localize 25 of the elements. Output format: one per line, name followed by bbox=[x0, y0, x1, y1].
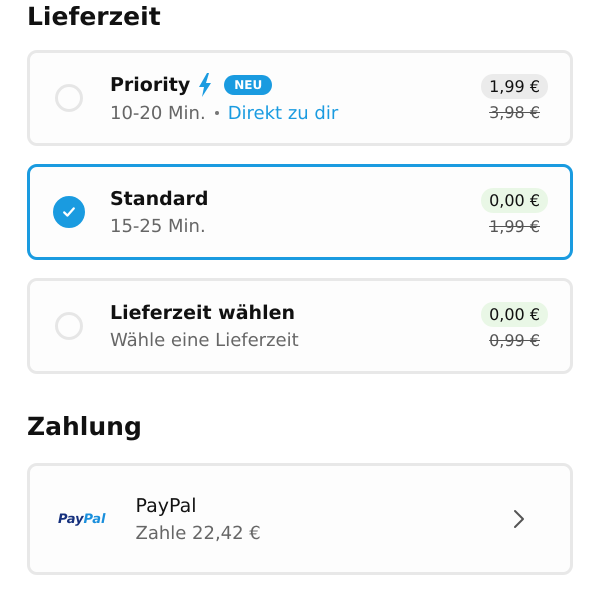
chevron-right-icon bbox=[513, 509, 525, 529]
section-heading: Lieferzeit bbox=[27, 1, 162, 33]
price-tag: 0,00 € bbox=[481, 188, 548, 213]
option-title: Standard bbox=[110, 188, 209, 210]
delivery-time: 15-25 Min. bbox=[110, 216, 206, 236]
delivery-time: 10-20 Min. bbox=[110, 102, 206, 124]
delivery-option[interactable]: Lieferzeit wählen Wähle eine Lieferzeit 0,00 € 0,99 € bbox=[27, 278, 573, 374]
price-tag: 1,99 € bbox=[481, 74, 548, 99]
old-price: 1,99 € bbox=[489, 217, 540, 236]
payment-amount: Zahle 22,42 € bbox=[135, 522, 262, 544]
price-tag: 0,00 € bbox=[481, 302, 548, 327]
radio-button[interactable] bbox=[53, 196, 85, 228]
option-title: Lieferzeit wählen bbox=[110, 302, 296, 324]
separator-dot-icon bbox=[214, 111, 219, 115]
delivery-option[interactable]: Standard 15-25 Min. 0,00 € 1,99 € bbox=[27, 164, 573, 260]
payment-method[interactable]: PayPal PayPal Zahle 22,42 € bbox=[27, 463, 573, 575]
payment-title: PayPal bbox=[135, 494, 198, 516]
old-price: 0,99 € bbox=[489, 331, 540, 350]
delivery-time: Wähle eine Lieferzeit bbox=[110, 330, 299, 350]
option-title: Priority bbox=[110, 74, 190, 96]
new-badge: NEU bbox=[224, 74, 272, 94]
paypal-logo: PayPal bbox=[58, 512, 106, 526]
old-price: 3,98 € bbox=[489, 103, 540, 122]
lightning-icon bbox=[198, 72, 212, 96]
section-heading: Zahlung bbox=[27, 411, 143, 443]
